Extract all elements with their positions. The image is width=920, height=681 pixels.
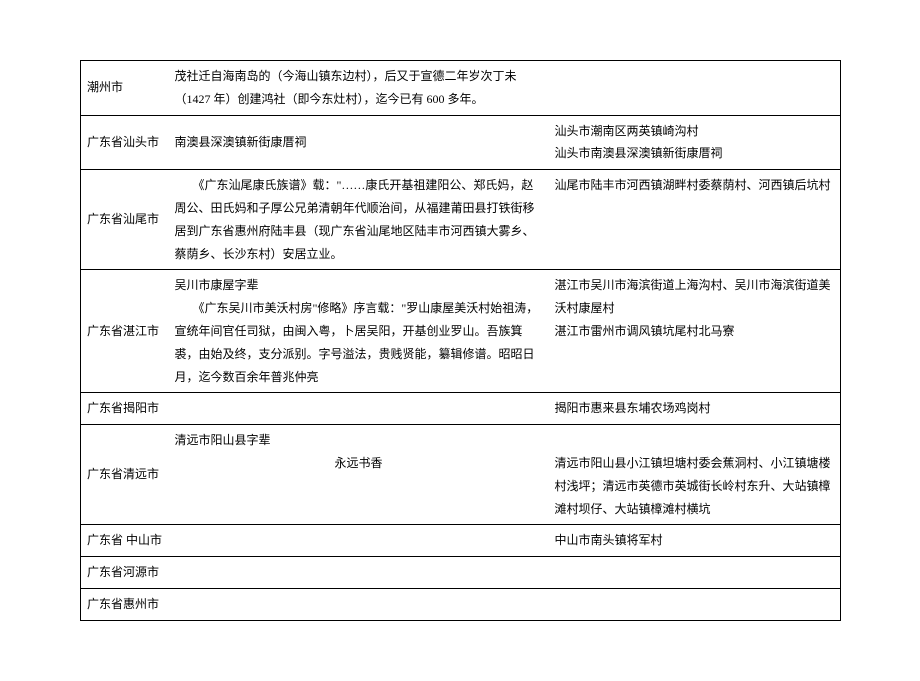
- cell-region: 广东省河源市: [81, 557, 169, 589]
- cell-region: 广东省揭阳市: [81, 393, 169, 425]
- cell-desc: 茂社迁自海南岛的（今海山镇东边村），后又于宣德二年岁次丁未（1427 年）创建鸿…: [169, 61, 549, 116]
- cell-loc: [549, 588, 841, 620]
- cell-desc: 南澳县深澳镇新街康厝祠: [169, 115, 549, 170]
- cell-region: 潮州市: [81, 61, 169, 116]
- genealogy-table: 潮州市 茂社迁自海南岛的（今海山镇东边村），后又于宣德二年岁次丁未（1427 年…: [80, 60, 841, 621]
- cell-loc: 湛江市吴川市海滨街道上海沟村、吴川市海滨街道美沃村康屋村 湛江市雷州市调风镇坑尾…: [549, 270, 841, 393]
- cell-loc: 清远市阳山县小江镇坦塘村委会蕉洞村、小江镇塘楼村浅坪；清远市英德市英城街长岭村东…: [549, 425, 841, 525]
- table-row: 潮州市 茂社迁自海南岛的（今海山镇东边村），后又于宣德二年岁次丁未（1427 年…: [81, 61, 841, 116]
- table-row: 广东省惠州市: [81, 588, 841, 620]
- cell-desc: [169, 393, 549, 425]
- cell-loc: 汕头市潮南区两英镇崎沟村 汕头市南澳县深澳镇新街康厝祠: [549, 115, 841, 170]
- cell-region: 广东省汕尾市: [81, 170, 169, 270]
- cell-loc: [549, 557, 841, 589]
- cell-desc: [169, 588, 549, 620]
- cell-desc: 《广东汕尾康氏族谱》载："……康氏开基祖建阳公、郑氏妈，赵周公、田氏妈和子厚公兄…: [169, 170, 549, 270]
- cell-region: 广东省清远市: [81, 425, 169, 525]
- cell-desc: 清远市阳山县字辈 永远书香: [169, 425, 549, 525]
- cell-loc: 揭阳市惠来县东埔农场鸡岗村: [549, 393, 841, 425]
- table-row: 广东省 中山市 中山市南头镇将军村: [81, 525, 841, 557]
- cell-loc: 中山市南头镇将军村: [549, 525, 841, 557]
- table-row: 广东省揭阳市 揭阳市惠来县东埔农场鸡岗村: [81, 393, 841, 425]
- cell-region: 广东省汕头市: [81, 115, 169, 170]
- cell-region: 广东省惠州市: [81, 588, 169, 620]
- cell-region: 广东省 中山市: [81, 525, 169, 557]
- table-row: 广东省汕尾市 《广东汕尾康氏族谱》载："……康氏开基祖建阳公、郑氏妈，赵周公、田…: [81, 170, 841, 270]
- cell-loc: 汕尾市陆丰市河西镇湖畔村委蔡荫村、河西镇后坑村: [549, 170, 841, 270]
- cell-desc: [169, 525, 549, 557]
- cell-desc: [169, 557, 549, 589]
- cell-region: 广东省湛江市: [81, 270, 169, 393]
- cell-loc: [549, 61, 841, 116]
- table-row: 广东省河源市: [81, 557, 841, 589]
- cell-desc: 吴川市康屋字辈 《广东吴川市美沃村房"修略》序言载："罗山康屋美沃村始祖涛，宣统…: [169, 270, 549, 393]
- table-body: 潮州市 茂社迁自海南岛的（今海山镇东边村），后又于宣德二年岁次丁未（1427 年…: [81, 61, 841, 621]
- table-row: 广东省清远市 清远市阳山县字辈 永远书香 清远市阳山县小江镇坦塘村委会蕉洞村、小…: [81, 425, 841, 525]
- table-row: 广东省汕头市 南澳县深澳镇新街康厝祠 汕头市潮南区两英镇崎沟村 汕头市南澳县深澳…: [81, 115, 841, 170]
- table-row: 广东省湛江市 吴川市康屋字辈 《广东吴川市美沃村房"修略》序言载："罗山康屋美沃…: [81, 270, 841, 393]
